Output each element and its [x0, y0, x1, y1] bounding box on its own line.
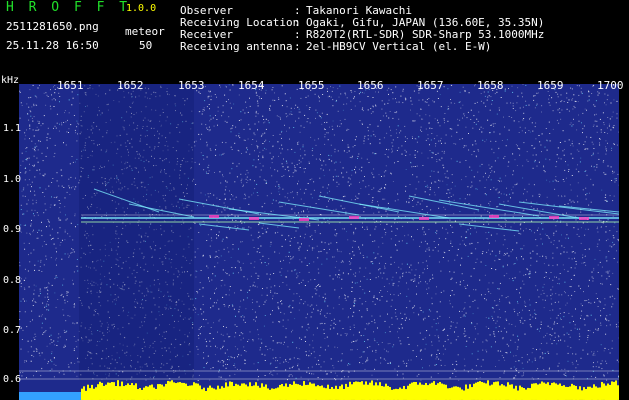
x-tick: 1654 — [238, 79, 265, 92]
dark-band — [79, 84, 194, 380]
x-tick: 1659 — [537, 79, 564, 92]
datetime-label: 25.11.28 16:50 — [6, 39, 99, 52]
signal-hotspot — [489, 215, 499, 218]
signal-hotspot — [349, 216, 359, 219]
y-tick: 1.0 — [3, 174, 22, 185]
app-version: 1.0.0 — [126, 3, 157, 14]
meteor-label: meteor — [125, 25, 165, 38]
x-tick: 1658 — [477, 79, 504, 92]
x-tick: 1655 — [298, 79, 325, 92]
x-tick: 1657 — [417, 79, 444, 92]
spectrogram-canvas — [19, 84, 619, 400]
signal-hotspot — [299, 218, 309, 221]
x-tick: 1651 — [57, 79, 84, 92]
x-tick: 1656 — [357, 79, 384, 92]
y-tick: 0.8 — [3, 275, 22, 286]
y-tick: 0.7 — [3, 325, 22, 336]
x-axis-ticks: 1651 1652 1653 1654 1655 1656 1657 1658 … — [0, 79, 629, 93]
signal-hotspot — [579, 217, 589, 220]
signal-hotspot — [419, 217, 429, 220]
antenna-label: Receiving antenna — [180, 40, 293, 53]
header-panel: H R O F F T 1.0.0 2511281650.png 25.11.2… — [0, 0, 629, 72]
filename-label: 2511281650.png — [6, 20, 99, 33]
spectrogram-plot — [19, 84, 619, 400]
x-tick: 1700 — [597, 79, 624, 92]
left-power-bar — [19, 392, 81, 400]
x-tick: 1652 — [117, 79, 144, 92]
antenna-colon: : — [294, 40, 301, 53]
y-tick: 0.9 — [3, 224, 22, 235]
y-tick: 1.1 — [3, 123, 22, 134]
antenna-value: 2el-HB9CV Vertical (el. E-W) — [306, 40, 492, 53]
meteor-count: 50 — [139, 39, 153, 52]
app-title: H R O F F T — [6, 0, 131, 15]
signal-hotspot — [549, 216, 559, 219]
x-tick: 1653 — [178, 79, 205, 92]
signal-hotspot — [249, 217, 259, 220]
y-tick: 0.6 — [3, 374, 22, 385]
signal-hotspot — [209, 215, 219, 218]
